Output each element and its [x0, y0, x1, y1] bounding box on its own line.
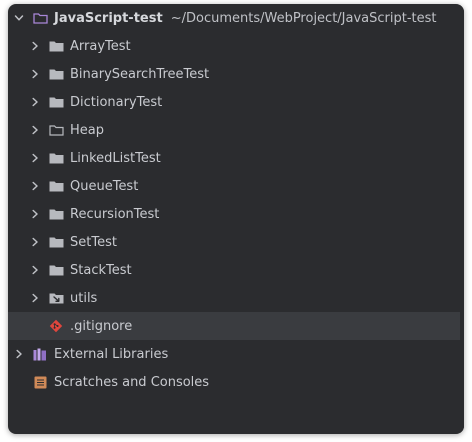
chevron-right-icon[interactable] [30, 237, 40, 247]
folder-icon [48, 67, 64, 81]
chevron-right-icon[interactable] [30, 181, 40, 191]
scratches-label: Scratches and Consoles [54, 374, 210, 390]
folder-icon [48, 235, 64, 249]
libraries-icon [32, 347, 48, 361]
scrollbar-track[interactable] [460, 4, 464, 434]
folder-icon [48, 95, 64, 109]
folder-label: utils [70, 290, 98, 306]
folder-row-recursiontest[interactable]: RecursionTest [8, 200, 464, 228]
chevron-right-icon[interactable] [30, 125, 40, 135]
project-root-row[interactable]: JavaScript-test ~/Documents/WebProject/J… [8, 4, 464, 32]
folder-label: Heap [70, 122, 104, 138]
project-path: ~/Documents/WebProject/JavaScript-test [170, 10, 437, 26]
project-tree-panel: JavaScript-test ~/Documents/WebProject/J… [8, 4, 464, 434]
folder-row-heap[interactable]: Heap [8, 116, 464, 144]
folder-label: SetTest [70, 234, 117, 250]
folder-row-utils[interactable]: utils [8, 284, 464, 312]
file-label: .gitignore [70, 318, 133, 334]
chevron-right-icon[interactable] [30, 41, 40, 51]
folder-linked-icon [48, 291, 64, 305]
folder-row-dictionarytest[interactable]: DictionaryTest [8, 88, 464, 116]
folder-label: ArrayTest [70, 38, 131, 54]
scratches-icon [32, 375, 48, 389]
scratches-row[interactable]: Scratches and Consoles [8, 368, 464, 396]
chevron-right-icon[interactable] [30, 69, 40, 79]
chevron-down-icon[interactable] [14, 13, 24, 23]
project-folder-icon [32, 11, 48, 25]
chevron-right-icon[interactable] [14, 349, 24, 359]
folder-row-settest[interactable]: SetTest [8, 228, 464, 256]
folder-row-arraytest[interactable]: ArrayTest [8, 32, 464, 60]
chevron-right-icon[interactable] [30, 97, 40, 107]
folder-label: LinkedListTest [70, 150, 161, 166]
folder-icon [48, 39, 64, 53]
folder-row-queuetest[interactable]: QueueTest [8, 172, 464, 200]
folder-icon [48, 263, 64, 277]
folder-row-linkedlisttest[interactable]: LinkedListTest [8, 144, 464, 172]
folder-row-binarysearchtreetest[interactable]: BinarySearchTreeTest [8, 60, 464, 88]
chevron-right-icon[interactable] [30, 293, 40, 303]
folder-label: BinarySearchTreeTest [70, 66, 210, 82]
folder-label: StackTest [70, 262, 132, 278]
folder-icon [48, 151, 64, 165]
project-name: JavaScript-test [54, 10, 163, 26]
folder-label: DictionaryTest [70, 94, 163, 110]
file-row-gitignore[interactable]: .gitignore [8, 312, 464, 340]
chevron-right-icon[interactable] [30, 153, 40, 163]
folder-label: QueueTest [70, 178, 139, 194]
git-file-icon [48, 319, 64, 333]
folder-row-stacktest[interactable]: StackTest [8, 256, 464, 284]
folder-icon [48, 207, 64, 221]
chevron-right-icon[interactable] [30, 265, 40, 275]
folder-icon [48, 179, 64, 193]
folder-outline-icon [48, 123, 64, 137]
chevron-right-icon[interactable] [30, 209, 40, 219]
external-libraries-label: External Libraries [54, 346, 169, 362]
external-libraries-row[interactable]: External Libraries [8, 340, 464, 368]
folder-label: RecursionTest [70, 206, 160, 222]
